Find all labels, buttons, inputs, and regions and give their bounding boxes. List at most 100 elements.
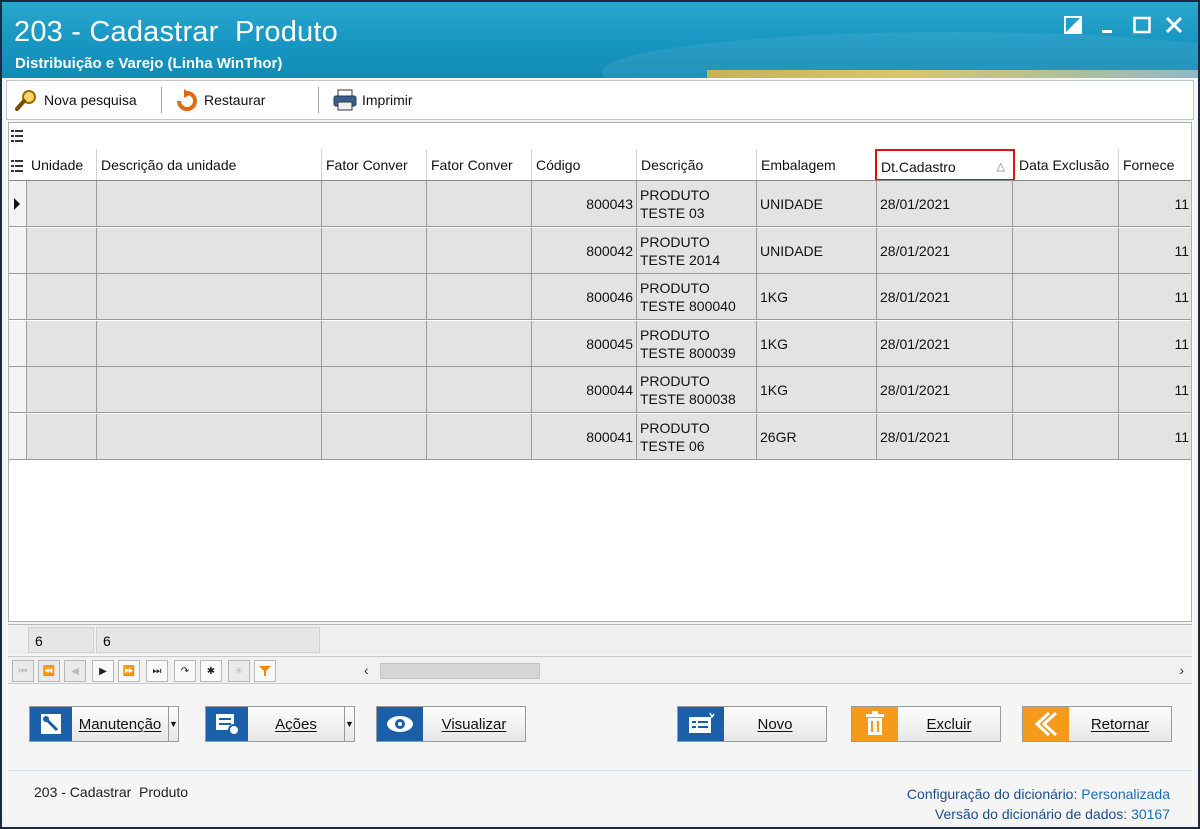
cell-unidade[interactable] [27, 181, 97, 227]
row-indicator[interactable] [9, 413, 27, 460]
row-selector-header-icon[interactable] [11, 159, 23, 175]
cancel-record-icon[interactable]: ✳ [228, 660, 250, 682]
cell-descricao-unidade[interactable] [97, 227, 322, 274]
table-row[interactable]: 800043 PRODUTO TESTE 03 UNIDADE 28/01/2021 11 [27, 181, 1191, 227]
cell-descricao[interactable]: PRODUTO TESTE 800038 [637, 367, 757, 413]
product-grid[interactable]: Unidade Descrição da unidade Fator Conve… [8, 122, 1192, 622]
cell-unidade[interactable] [27, 227, 97, 274]
cell-data-exclusao[interactable] [1013, 274, 1119, 320]
cell-descricao[interactable]: PRODUTO TESTE 03 [637, 181, 757, 227]
excluir-button[interactable]: Excluir [851, 706, 1001, 742]
cell-fator-1[interactable] [322, 413, 427, 460]
row-indicator[interactable] [9, 320, 27, 367]
cell-codigo[interactable]: 800045 [532, 320, 637, 367]
cell-descricao-unidade[interactable] [97, 181, 322, 227]
cell-data-exclusao[interactable] [1013, 413, 1119, 460]
cell-fornecedor[interactable]: 11 [1119, 321, 1191, 367]
column-header-fator-conversao-1[interactable]: Fator Conver [322, 149, 427, 181]
cell-dt-cadastro[interactable]: 28/01/2021 [877, 413, 1013, 460]
column-chooser-icon[interactable] [11, 129, 23, 145]
row-indicator[interactable] [9, 274, 27, 320]
column-header-unidade[interactable]: Unidade [27, 149, 97, 181]
cell-data-exclusao[interactable] [1013, 367, 1119, 413]
column-header-codigo[interactable]: Código [532, 149, 637, 181]
cell-fator-1[interactable] [322, 367, 427, 413]
cell-dt-cadastro[interactable]: 28/01/2021 [877, 274, 1013, 320]
novo-button[interactable]: Novo [677, 706, 827, 742]
cell-codigo[interactable]: 800044 [532, 367, 637, 413]
cell-data-exclusao[interactable] [1013, 227, 1119, 274]
cell-dt-cadastro[interactable]: 28/01/2021 [877, 320, 1013, 367]
column-header-descricao-unidade[interactable]: Descrição da unidade [97, 149, 322, 181]
cell-fator-1[interactable] [322, 227, 427, 274]
cell-fator-1[interactable] [322, 274, 427, 320]
cell-fornecedor[interactable]: 11 [1119, 414, 1191, 460]
cell-embalagem[interactable]: UNIDADE [757, 227, 877, 274]
refresh-icon[interactable]: ↷ [174, 660, 196, 682]
first-page-icon[interactable]: ⏮ [12, 660, 34, 682]
table-row[interactable]: 800041 PRODUTO TESTE 06 26GR 28/01/2021 11 [27, 413, 1191, 460]
cell-data-exclusao[interactable] [1013, 320, 1119, 367]
retornar-button[interactable]: Retornar [1022, 706, 1172, 742]
cell-fator-2[interactable] [427, 367, 532, 413]
scroll-right-icon[interactable]: › [1179, 662, 1184, 678]
cell-dt-cadastro[interactable]: 28/01/2021 [877, 367, 1013, 413]
maximize-icon[interactable] [1133, 16, 1159, 42]
cell-descricao[interactable]: PRODUTO TESTE 800040 [637, 274, 757, 320]
cell-fator-2[interactable] [427, 227, 532, 274]
scroll-left-icon[interactable]: ‹ [364, 662, 369, 678]
last-page-icon[interactable]: ⏭ [146, 660, 168, 682]
cell-fornecedor[interactable]: 11 [1119, 228, 1191, 274]
manutencao-button[interactable]: Manutenção ▼ [29, 706, 179, 742]
cell-dt-cadastro[interactable]: 28/01/2021 [877, 181, 1013, 227]
cell-fator-2[interactable] [427, 181, 532, 227]
cell-descricao-unidade[interactable] [97, 413, 322, 460]
table-row[interactable]: 800045 PRODUTO TESTE 800039 1KG 28/01/2021 11 [27, 320, 1191, 367]
cell-embalagem[interactable]: 1KG [757, 367, 877, 413]
cell-fator-2[interactable] [427, 413, 532, 460]
cell-descricao[interactable]: PRODUTO TESTE 2014 [637, 227, 757, 274]
horizontal-scroll-thumb[interactable] [380, 663, 540, 679]
table-row[interactable]: 800042 PRODUTO TESTE 2014 UNIDADE 28/01/2021… [27, 227, 1191, 274]
cell-unidade[interactable] [27, 367, 97, 413]
cell-unidade[interactable] [27, 320, 97, 367]
cell-unidade[interactable] [27, 274, 97, 320]
column-header-descricao[interactable]: Descrição [637, 149, 757, 181]
cell-descricao-unidade[interactable] [97, 274, 322, 320]
cell-embalagem[interactable]: 26GR [757, 413, 877, 460]
cell-fator-1[interactable] [322, 320, 427, 367]
cell-fator-2[interactable] [427, 274, 532, 320]
next-record-icon[interactable]: ▶ [92, 660, 114, 682]
cell-descricao[interactable]: PRODUTO TESTE 800039 [637, 320, 757, 367]
cell-descricao-unidade[interactable] [97, 320, 322, 367]
cell-fator-1[interactable] [322, 181, 427, 227]
table-row[interactable]: 800046 PRODUTO TESTE 800040 1KG 28/01/2021 11 [27, 274, 1191, 320]
row-indicator[interactable] [9, 181, 27, 227]
cell-dt-cadastro[interactable]: 28/01/2021 [877, 227, 1013, 274]
cell-embalagem[interactable]: 1KG [757, 320, 877, 367]
minimize-icon[interactable] [1099, 16, 1125, 42]
acoes-dropdown-icon[interactable]: ▼ [344, 707, 354, 741]
cell-descricao[interactable]: PRODUTO TESTE 06 [637, 413, 757, 460]
new-search-button[interactable]: Nova pesquisa [15, 87, 137, 113]
restore-button[interactable]: Restaurar [175, 87, 265, 113]
cell-unidade[interactable] [27, 413, 97, 460]
cell-embalagem[interactable]: 1KG [757, 274, 877, 320]
column-header-embalagem[interactable]: Embalagem [757, 149, 877, 181]
column-header-dt-cadastro[interactable]: Dt.Cadastro △ [875, 149, 1015, 181]
table-row[interactable]: 800044 PRODUTO TESTE 800038 1KG 28/01/2021 11 [27, 367, 1191, 413]
horizontal-scrollbar[interactable]: ‹ › [360, 661, 1186, 681]
next-page-icon[interactable]: ⏩ [118, 660, 140, 682]
column-header-data-exclusao[interactable]: Data Exclusão [1015, 149, 1119, 181]
cell-fornecedor[interactable]: 11 [1119, 181, 1191, 227]
cell-embalagem[interactable]: UNIDADE [757, 181, 877, 227]
close-icon[interactable] [1165, 16, 1191, 42]
cell-data-exclusao[interactable] [1013, 181, 1119, 227]
column-header-fator-conversao-2[interactable]: Fator Conver [427, 149, 532, 181]
cell-fornecedor[interactable]: 11 [1119, 274, 1191, 320]
cell-codigo[interactable]: 800043 [532, 181, 637, 227]
previous-record-icon[interactable]: ◀ [64, 660, 86, 682]
cell-codigo[interactable]: 800042 [532, 227, 637, 274]
cell-descricao-unidade[interactable] [97, 367, 322, 413]
acoes-button[interactable]: Ações ▼ [205, 706, 355, 742]
